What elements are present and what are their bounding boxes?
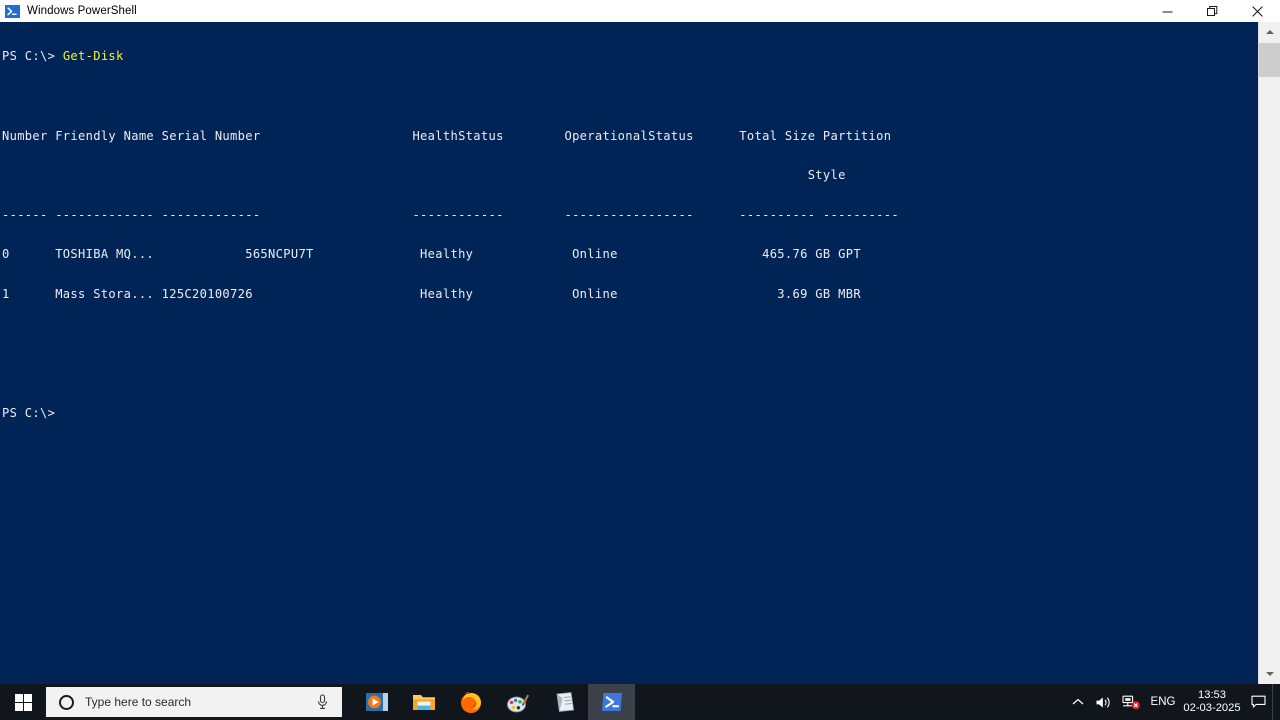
powershell-taskbar-icon xyxy=(601,693,622,711)
close-button[interactable] xyxy=(1235,0,1280,22)
language-indicator[interactable]: ENG xyxy=(1146,684,1180,720)
system-tray: ENG 13:53 02-03-2025 xyxy=(1066,684,1280,720)
minimize-button[interactable] xyxy=(1145,0,1190,22)
window-title: Windows PowerShell xyxy=(27,5,137,17)
taskbar-app-buttons xyxy=(353,684,635,720)
start-button[interactable] xyxy=(0,684,46,720)
titlebar-left: Windows PowerShell xyxy=(0,4,1145,19)
search-circle-icon xyxy=(59,694,74,710)
search-placeholder: Type here to search xyxy=(85,695,192,709)
scrollbar-thumb[interactable] xyxy=(1259,43,1280,77)
scroll-down-glyph xyxy=(1265,672,1274,676)
clock[interactable]: 13:53 02-03-2025 xyxy=(1180,684,1244,720)
taskbar-item-powershell[interactable] xyxy=(588,684,635,720)
console-text: PS C:\> Get-Disk Number Friendly Name Se… xyxy=(0,22,1258,446)
table-header-line-1: Number Friendly Name Serial Number Healt… xyxy=(2,128,899,143)
microphone-icon[interactable] xyxy=(316,694,329,710)
media-player-icon xyxy=(365,693,388,711)
scroll-up-glyph xyxy=(1265,30,1274,34)
command-text: Get-Disk xyxy=(62,49,124,64)
prompt-line-command: PS C:\> Get-Disk xyxy=(2,50,1258,63)
table-separator-line: ------ ------------- ------------- -----… xyxy=(2,207,899,222)
volume-icon[interactable] xyxy=(1090,684,1116,720)
file-explorer-icon xyxy=(412,695,435,710)
taskbar: Type here to search ENG 13:53 02-03-2025 xyxy=(0,684,1280,720)
trailing-prompt-line: PS C:\> xyxy=(2,405,56,420)
console-output-area[interactable]: PS C:\> Get-Disk Number Friendly Name Se… xyxy=(0,22,1258,684)
sticky-notes-icon xyxy=(556,692,574,712)
restore-button[interactable] xyxy=(1190,0,1235,22)
table-row: 0 TOSHIBA MQ... 565NCPU7T Healthy Online… xyxy=(2,247,915,262)
show-desktop-button[interactable] xyxy=(1272,684,1280,720)
table-row: 1 Mass Stora... 125C20100726 Healthy Onl… xyxy=(2,286,915,301)
window-controls xyxy=(1145,0,1280,22)
scroll-down-arrow-icon[interactable] xyxy=(1259,664,1280,684)
search-input[interactable]: Type here to search xyxy=(46,687,342,717)
firefox-icon xyxy=(460,692,481,713)
network-error-icon[interactable] xyxy=(1116,684,1146,720)
action-center-icon[interactable] xyxy=(1244,684,1272,720)
clock-date: 02-03-2025 xyxy=(1183,702,1241,714)
scroll-up-arrow-icon[interactable] xyxy=(1259,22,1280,42)
taskbar-item-paint[interactable] xyxy=(494,684,541,720)
taskbar-item-file-explorer[interactable] xyxy=(400,684,447,720)
window-titlebar[interactable]: Windows PowerShell xyxy=(0,0,1280,23)
paint-icon xyxy=(506,694,529,713)
powershell-window: Windows PowerShell PS C:\> Get-Disk Numb… xyxy=(0,0,1280,720)
show-hidden-icons-chevron[interactable] xyxy=(1066,684,1090,720)
taskbar-item-firefox[interactable] xyxy=(447,684,494,720)
console-scrollbar[interactable] xyxy=(1258,22,1280,684)
prompt-text: PS C:\> xyxy=(2,49,56,64)
table-header-line-2: Style xyxy=(2,168,884,183)
clock-time: 13:53 xyxy=(1198,689,1226,701)
windows-logo-icon xyxy=(14,693,32,711)
powershell-icon xyxy=(5,4,20,19)
taskbar-item-sticky-notes[interactable] xyxy=(541,684,588,720)
taskbar-item-media-player[interactable] xyxy=(353,684,400,720)
